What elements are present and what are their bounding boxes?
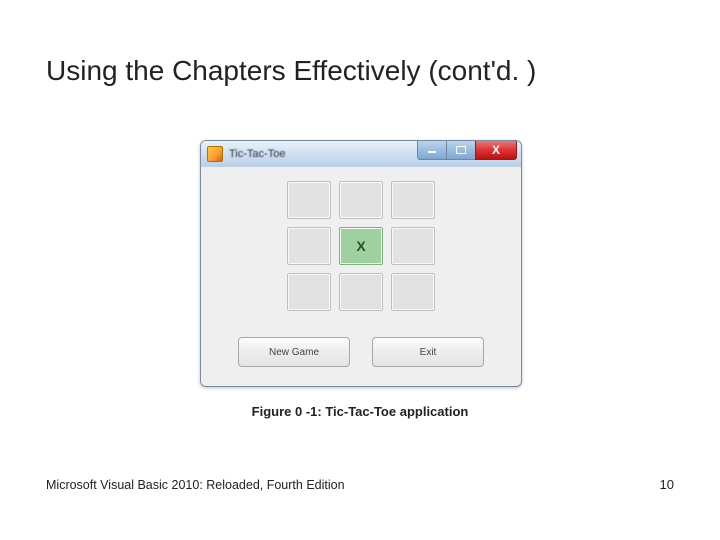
cell-7[interactable] <box>339 273 383 311</box>
cell-0[interactable] <box>287 181 331 219</box>
cell-8[interactable] <box>391 273 435 311</box>
minimize-button[interactable] <box>417 141 446 160</box>
cell-1[interactable] <box>339 181 383 219</box>
titlebar: Tic-Tac-Toe X <box>201 141 521 168</box>
window-controls: X <box>417 141 517 161</box>
maximize-button[interactable] <box>446 141 475 160</box>
page-number: 10 <box>660 477 674 492</box>
cell-5[interactable] <box>391 227 435 265</box>
exit-button[interactable]: Exit <box>372 337 484 367</box>
close-icon: X <box>492 144 500 156</box>
slide-title: Using the Chapters Effectively (cont'd. … <box>46 55 536 87</box>
cell-4[interactable]: X <box>339 227 383 265</box>
cell-6[interactable] <box>287 273 331 311</box>
app-window: Tic-Tac-Toe X X New Game Exit <box>200 140 522 387</box>
footer-text: Microsoft Visual Basic 2010: Reloaded, F… <box>46 478 345 492</box>
cell-2[interactable] <box>391 181 435 219</box>
app-icon <box>207 146 223 162</box>
close-button[interactable]: X <box>475 141 517 160</box>
figure-caption: Figure 0 -1: Tic-Tac-Toe application <box>0 404 720 419</box>
cell-3[interactable] <box>287 227 331 265</box>
tic-tac-toe-grid: X <box>201 181 521 311</box>
window-title: Tic-Tac-Toe <box>229 148 285 160</box>
client-area: X New Game Exit <box>201 167 521 386</box>
new-game-button[interactable]: New Game <box>238 337 350 367</box>
button-row: New Game Exit <box>201 337 521 367</box>
